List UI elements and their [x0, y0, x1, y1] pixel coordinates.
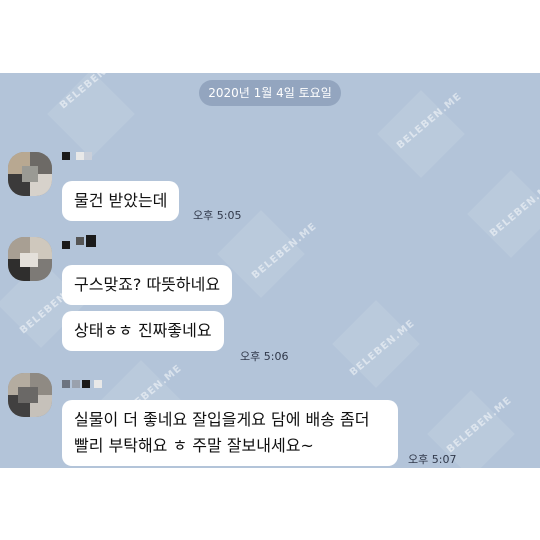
watermark-shape	[467, 170, 540, 258]
message-line: 빨리 부탁해요 ㅎ 주말 잘보내세요~	[74, 436, 314, 455]
sender-name	[62, 380, 102, 392]
message-bubble[interactable]: 상태ㅎㅎ 진짜좋네요	[62, 311, 224, 351]
avatar[interactable]	[8, 152, 52, 196]
message-time: 오후 5:06	[240, 350, 289, 363]
watermark-shape	[47, 73, 135, 158]
date-divider: 2020년 1월 4일 토요일	[199, 80, 341, 106]
watermark: BELEBEN.ME	[395, 90, 465, 152]
watermark: BELEBEN.ME	[445, 394, 515, 456]
watermark-shape	[332, 300, 420, 388]
watermark-shape	[377, 90, 465, 178]
message-bubble[interactable]: 실물이 더 좋네요 잘입을게요 담에 배송 좀더 빨리 부탁해요 ㅎ 주말 잘보…	[62, 400, 398, 466]
message-bubble[interactable]: 물건 받았는데	[62, 181, 180, 221]
watermark: BELEBEN.ME	[488, 178, 540, 240]
message-bubble[interactable]: 구스맞죠? 따뜻하네요	[62, 265, 233, 305]
chat-area[interactable]: BELEBEN.ME BELEBEN.ME BELEBEN.ME BELEBEN…	[0, 73, 540, 468]
watermark: BELEBEN.ME	[58, 73, 128, 112]
message-line: 실물이 더 좋네요 잘입을게요 담에 배송 좀더	[74, 410, 370, 429]
watermark: BELEBEN.ME	[250, 220, 320, 282]
watermark: BELEBEN.ME	[348, 317, 418, 379]
avatar[interactable]	[8, 237, 52, 281]
message-time: 오후 5:05	[193, 209, 242, 222]
avatar[interactable]	[8, 373, 52, 417]
sender-name	[62, 152, 102, 164]
message-time: 오후 5:07	[408, 453, 457, 466]
sender-name	[62, 235, 102, 249]
